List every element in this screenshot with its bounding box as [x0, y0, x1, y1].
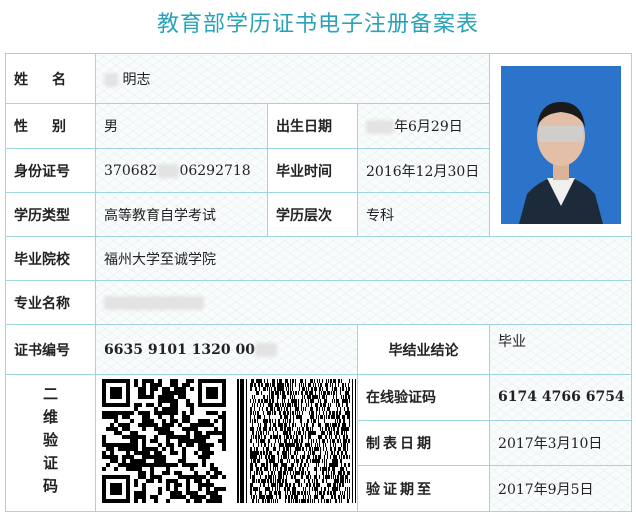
- redaction-mark: [104, 295, 204, 310]
- verification-codes: [95, 374, 358, 512]
- value-id: 370682 06292718: [95, 148, 268, 193]
- label-school: 毕业院校: [5, 236, 96, 281]
- value-made-date: 2017年3月10日: [489, 419, 633, 467]
- value-birth: 年6月29日: [356, 103, 491, 149]
- value-school: 福州大学至诚学院: [94, 236, 633, 281]
- label-made-date: 制表日期: [356, 419, 491, 467]
- redaction-mark: [157, 163, 180, 178]
- label-grad-time: 毕业时间: [267, 148, 358, 193]
- label-qr: 二维验证码: [41, 385, 59, 501]
- registration-table: 姓名 明志 性别 男 出生日期 年6月29日 身份证号 370682 06292…: [5, 53, 633, 512]
- value-conclusion: 毕业: [489, 324, 633, 375]
- value-gender: 男: [95, 103, 268, 149]
- barcode-pdf417: [234, 379, 357, 507]
- qr-code: [102, 379, 226, 507]
- label-id: 身份证号: [5, 148, 96, 193]
- page-title: 教育部学历证书电子注册备案表: [156, 12, 479, 37]
- value-edu-type: 高等教育自学考试: [95, 192, 268, 237]
- value-valid-until: 2017年9月5日: [489, 465, 633, 512]
- label-qr-cell: 二维验证码: [5, 374, 96, 512]
- redaction-mark: [366, 120, 394, 134]
- label-major: 专业名称: [5, 280, 96, 325]
- value-cert-no: 6635 9101 1320 00: [95, 324, 358, 375]
- label-valid-until: 验证期至: [356, 465, 491, 512]
- label-cert-no: 证书编号: [5, 324, 96, 375]
- student-photo: [500, 66, 621, 224]
- redaction-mark: [104, 72, 118, 87]
- value-edu-level: 专科: [356, 192, 491, 237]
- redaction-mark: [255, 342, 277, 357]
- value-grad-time: 2016年12月30日: [356, 148, 491, 193]
- value-major: [94, 280, 633, 325]
- label-edu-type: 学历类型: [5, 192, 96, 237]
- label-gender: 性别: [5, 103, 96, 149]
- label-birth: 出生日期: [267, 103, 358, 149]
- value-name: 明志: [94, 53, 491, 104]
- label-conclusion: 毕结业结论: [356, 324, 491, 375]
- photo-cell: [489, 53, 633, 237]
- value-online-code: 6174 4766 6754: [489, 374, 633, 421]
- label-name: 姓名: [5, 53, 96, 104]
- label-online-code: 在线验证码: [356, 374, 491, 421]
- label-edu-level: 学历层次: [267, 192, 358, 237]
